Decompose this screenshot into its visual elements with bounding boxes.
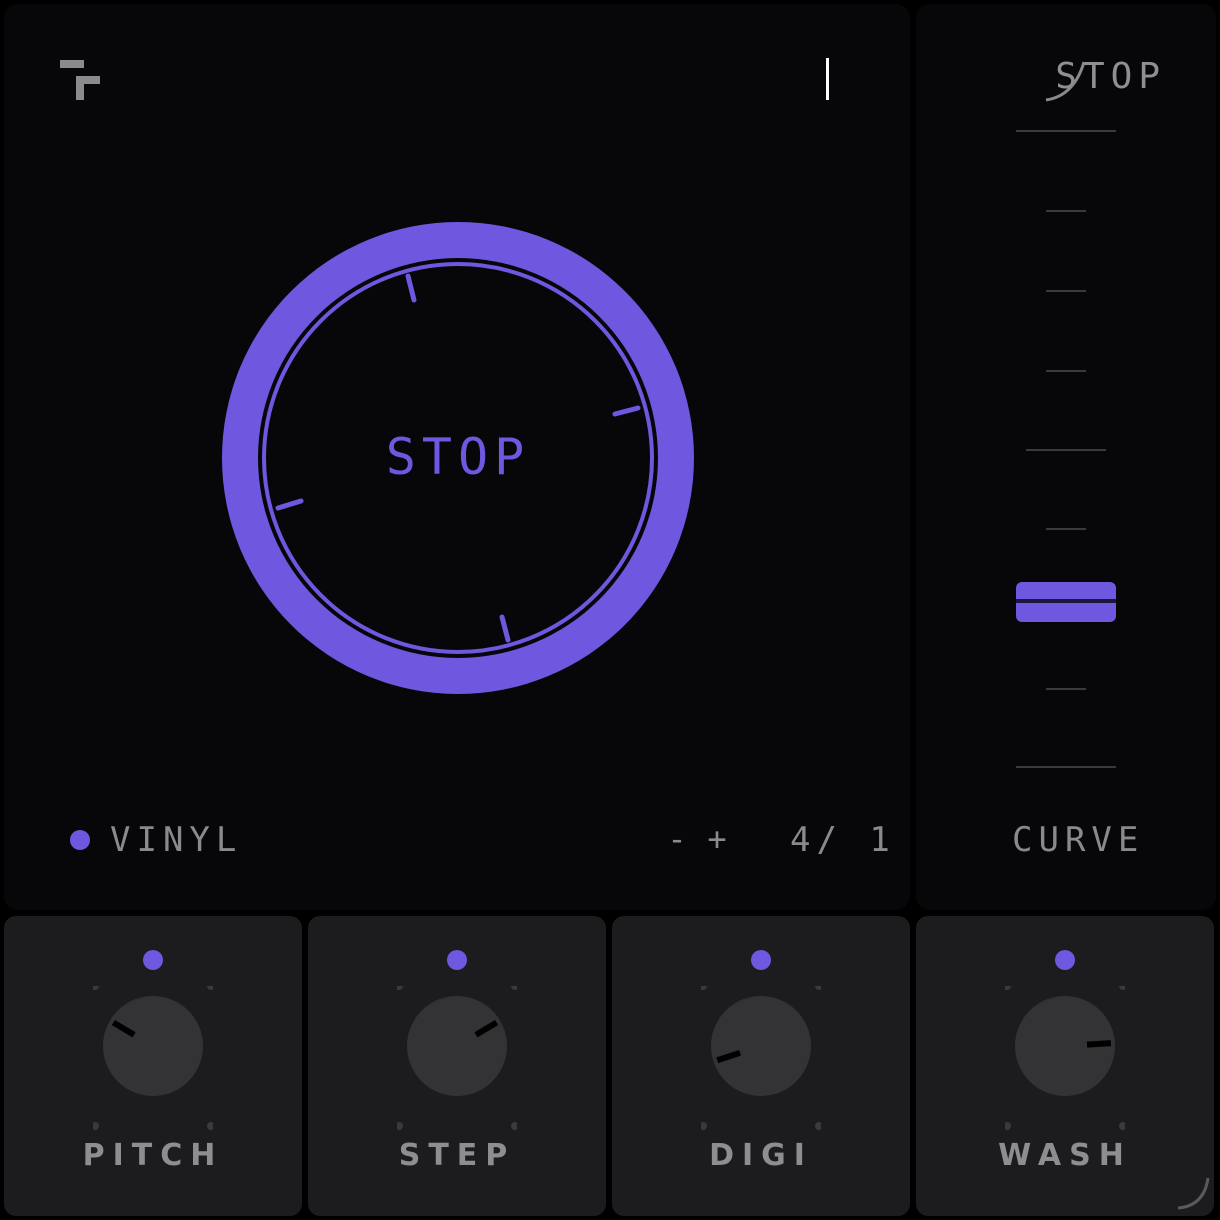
knob-body[interactable] xyxy=(711,996,811,1096)
text-cursor xyxy=(826,58,829,100)
knob-body[interactable] xyxy=(407,996,507,1096)
minus-button[interactable]: - xyxy=(662,820,692,858)
fader-tick xyxy=(1016,130,1116,132)
fader-tick xyxy=(1046,688,1086,690)
knob-panel-wash: WASH xyxy=(916,916,1214,1216)
fader-tick xyxy=(1016,766,1116,768)
jog-label: STOP xyxy=(385,428,531,486)
logo-icon xyxy=(60,60,100,100)
step-knob[interactable] xyxy=(397,986,517,1146)
knob-range-dot xyxy=(1005,986,1011,990)
knob-range-dot xyxy=(815,1122,821,1130)
knob-range-dot xyxy=(397,1122,403,1130)
fader-tick xyxy=(1046,370,1086,372)
vinyl-indicator[interactable] xyxy=(70,830,90,850)
knob-range-dot xyxy=(1005,1122,1011,1130)
fader-handle[interactable] xyxy=(1016,582,1116,623)
knob-panel-pitch: PITCH xyxy=(4,916,302,1216)
knob-range-dot xyxy=(511,986,517,990)
wash-knob[interactable] xyxy=(1005,986,1125,1146)
knob-range-dot xyxy=(93,1122,99,1130)
fader-track[interactable] xyxy=(1010,120,1122,780)
fader-tick xyxy=(1026,449,1106,451)
curve-label: CURVE xyxy=(1012,820,1145,860)
curve-icon xyxy=(1045,61,1086,102)
knob-label: WASH xyxy=(998,1138,1132,1173)
knob-range-dot xyxy=(701,986,707,990)
knob-range-dot xyxy=(1119,986,1125,990)
fader-tick xyxy=(1046,210,1086,212)
knob-range-dot xyxy=(1119,1122,1125,1130)
resize-handle-icon[interactable] xyxy=(1174,1174,1214,1214)
pitch-knob[interactable] xyxy=(93,986,213,1146)
knob-pointer xyxy=(1086,1040,1112,1048)
knob-range-dot xyxy=(701,1122,707,1130)
fader-tick xyxy=(1046,290,1086,292)
knob-led xyxy=(751,950,771,970)
knob-panel-digi: DIGI xyxy=(612,916,910,1216)
knob-range-dot xyxy=(207,986,213,990)
knob-range-dot xyxy=(815,986,821,990)
digi-knob[interactable] xyxy=(701,986,821,1146)
knob-label: STEP xyxy=(398,1138,516,1173)
knob-range-dot xyxy=(207,1122,213,1130)
knob-body[interactable] xyxy=(103,996,203,1096)
knob-led xyxy=(143,950,163,970)
plus-button[interactable]: + xyxy=(702,820,732,858)
knob-label: DIGI xyxy=(709,1138,813,1173)
knob-range-dot xyxy=(511,1122,517,1130)
knob-range-dot xyxy=(397,986,403,990)
knob-panel-step: STEP xyxy=(308,916,606,1216)
vinyl-label[interactable]: VINYL xyxy=(110,820,242,860)
fader-tick xyxy=(1046,528,1086,530)
knob-led xyxy=(1055,950,1075,970)
ratio-readout: 4/ 1 xyxy=(790,820,896,860)
jog-wheel[interactable]: STOP xyxy=(218,218,698,698)
knob-led xyxy=(447,950,467,970)
knob-label: PITCH xyxy=(82,1138,224,1173)
knob-range-dot xyxy=(93,986,99,990)
